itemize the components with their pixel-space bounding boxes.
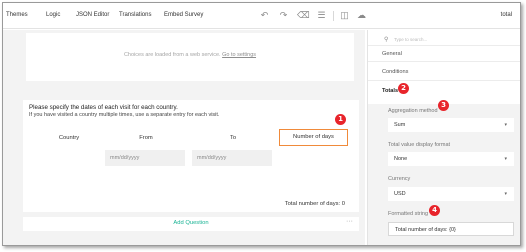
- survey-title: total: [500, 12, 512, 18]
- currency-select[interactable]: USD ▾: [388, 187, 514, 201]
- choices-by-url-panel: Choices are loaded from a web service. G…: [26, 33, 354, 81]
- total-number-of-days: Total number of days: 0: [284, 201, 345, 207]
- formatted-string-input[interactable]: Total number of days: {0}: [388, 222, 514, 236]
- dynamic-matrix-question[interactable]: Please specify the dates of each visit f…: [23, 100, 359, 212]
- survey-creator-window: Themes Logic JSON Editor Translations Em…: [2, 2, 521, 246]
- add-question-bar: Add Question ···: [23, 217, 359, 231]
- chevron-down-icon: ▾: [504, 156, 507, 162]
- tab-logic[interactable]: Logic: [46, 12, 60, 18]
- tab-themes[interactable]: Themes: [6, 12, 28, 18]
- toolbar-divider: [333, 11, 334, 21]
- column-header-from[interactable]: From: [116, 135, 176, 141]
- category-conditions[interactable]: Conditions: [368, 64, 520, 81]
- aggregation-method-value: Sum: [394, 122, 406, 128]
- choices-note-text: Choices are loaded from a web service.: [123, 52, 221, 58]
- go-to-settings-link[interactable]: Go to settings: [222, 52, 256, 58]
- from-date-input[interactable]: mm/dd/yyyy: [105, 150, 185, 166]
- tab-json-editor[interactable]: JSON Editor: [76, 12, 109, 18]
- total-display-style-value: None: [394, 156, 408, 162]
- top-toolbar: Themes Logic JSON Editor Translations Em…: [3, 3, 520, 29]
- redo-icon[interactable]: ↷: [278, 10, 289, 21]
- tab-embed-survey[interactable]: Embed Survey: [164, 12, 203, 18]
- annotation-badge-3: 3: [438, 100, 449, 111]
- designer-canvas: Choices are loaded from a web service. G…: [3, 30, 365, 245]
- tab-translations[interactable]: Translations: [119, 12, 151, 18]
- column-header-country[interactable]: Country: [39, 135, 99, 141]
- choices-note: Choices are loaded from a web service. G…: [26, 52, 354, 58]
- add-question-button[interactable]: Add Question: [23, 220, 359, 226]
- search-input[interactable]: Type to search...: [394, 37, 427, 42]
- currency-label: Currency: [388, 176, 411, 182]
- total-display-style-label: Total value display format: [388, 142, 451, 148]
- category-general[interactable]: General: [368, 45, 520, 62]
- book-icon[interactable]: ◫: [339, 10, 350, 21]
- totals-properties-area: Aggregation method Sum ▾ Total value dis…: [368, 104, 520, 245]
- aggregation-method-select[interactable]: Sum ▾: [388, 118, 514, 132]
- total-display-style-select[interactable]: None ▾: [388, 152, 514, 166]
- property-search[interactable]: ⚲ Type to search...: [373, 32, 516, 43]
- property-grid: ⚲ Type to search... General Conditions T…: [367, 30, 520, 245]
- question-title: Please specify the dates of each visit f…: [29, 104, 178, 111]
- settings-sliders-icon[interactable]: ☰: [316, 10, 327, 21]
- question-description: If you have visited a country multiple t…: [29, 112, 220, 118]
- annotation-badge-4: 4: [429, 205, 440, 216]
- annotation-badge-2: 2: [398, 83, 409, 94]
- aggregation-method-label: Aggregation method: [388, 108, 438, 114]
- currency-value: USD: [394, 191, 406, 197]
- column-header-to[interactable]: To: [203, 135, 263, 141]
- to-date-input[interactable]: mm/dd/yyyy: [192, 150, 272, 166]
- search-icon: ⚲: [384, 37, 389, 43]
- eraser-icon[interactable]: ⌫: [297, 10, 310, 21]
- chevron-down-icon: ▾: [504, 191, 507, 197]
- chevron-down-icon: ▾: [504, 122, 507, 128]
- more-options-icon[interactable]: ···: [346, 218, 353, 225]
- undo-icon[interactable]: ↶: [259, 10, 270, 21]
- annotation-badge-1: 1: [335, 114, 346, 125]
- cloud-save-icon[interactable]: ☁: [356, 10, 367, 21]
- category-totals[interactable]: Totals: [368, 83, 520, 100]
- formatted-string-label: Formatted string: [388, 211, 429, 217]
- column-header-number-of-days[interactable]: Number of days: [279, 129, 348, 146]
